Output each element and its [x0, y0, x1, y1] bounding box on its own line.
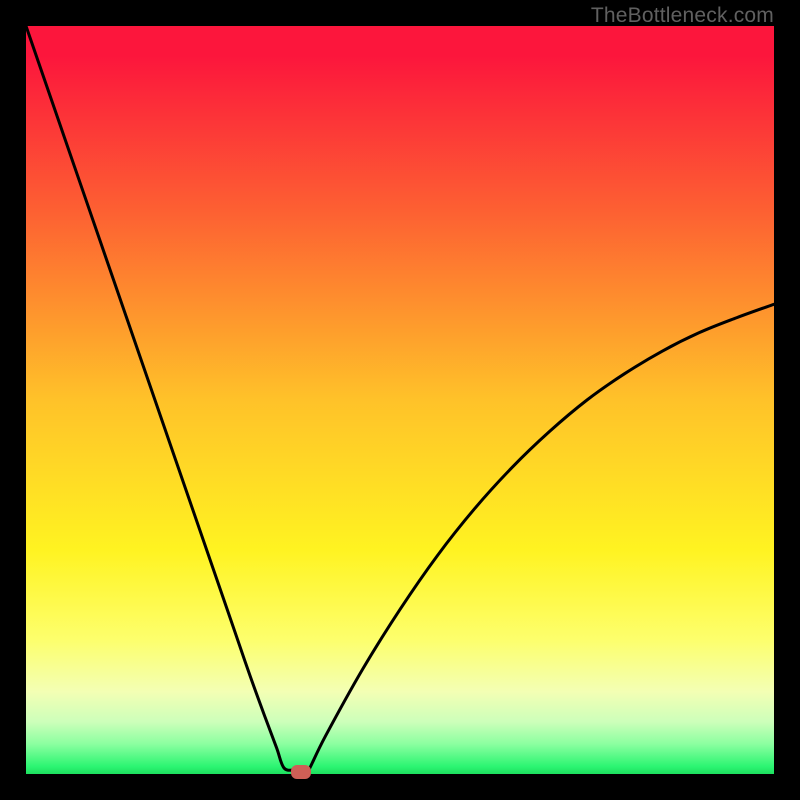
marker-logo-icon	[291, 765, 311, 779]
bottleneck-curve-path	[26, 26, 774, 774]
chart-frame: TheBottleneck.com	[0, 0, 800, 800]
curve-layer	[26, 26, 774, 774]
plot-area	[26, 26, 774, 774]
attribution-text: TheBottleneck.com	[591, 4, 774, 28]
